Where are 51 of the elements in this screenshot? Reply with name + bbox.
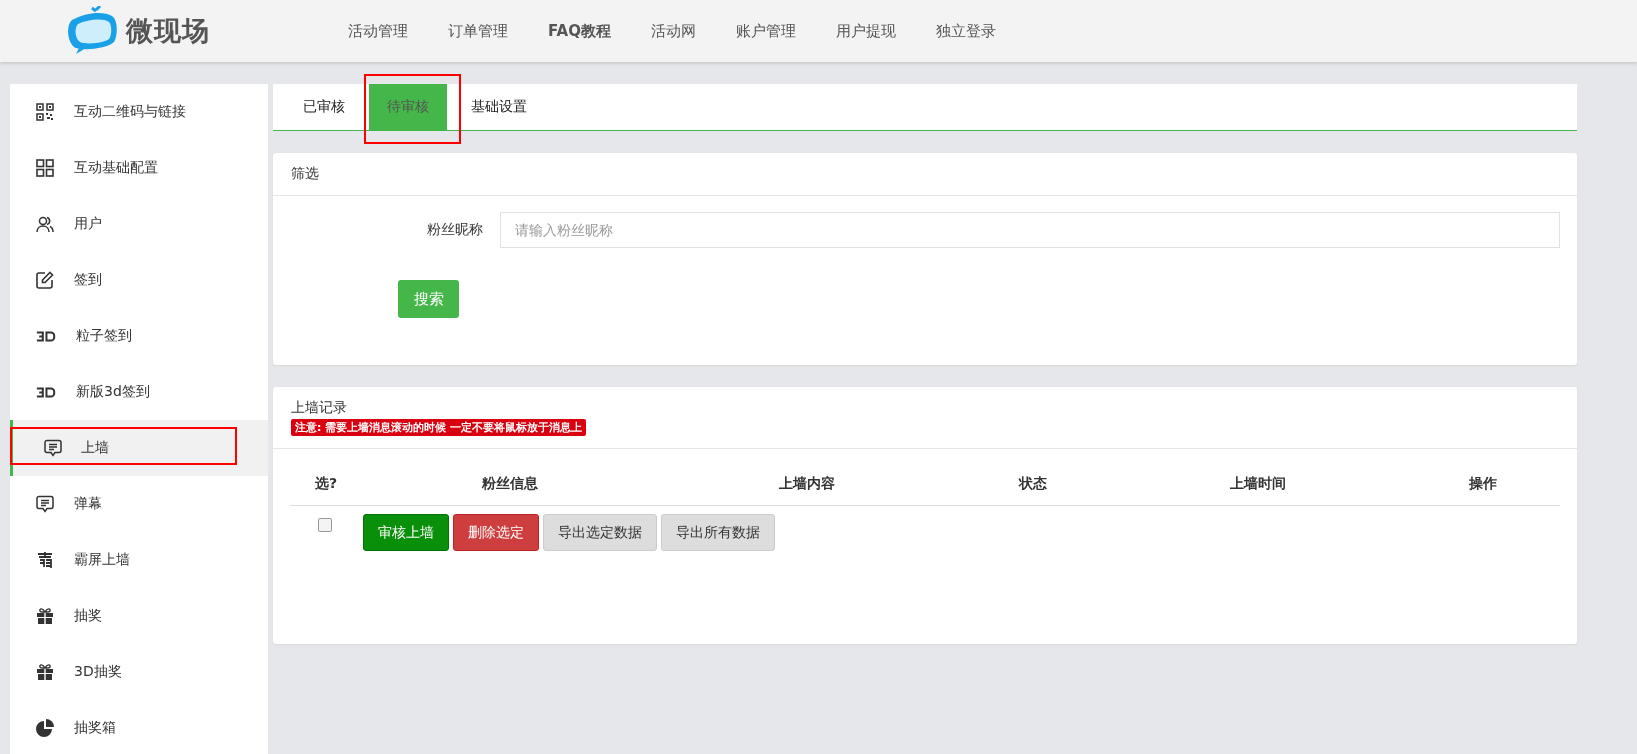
action-button[interactable]: 删除选定 xyxy=(453,514,539,551)
nav-link[interactable]: 账户管理 xyxy=(735,21,796,41)
nav-link[interactable]: FAQ教程 xyxy=(548,21,611,41)
column-header: 选? xyxy=(290,463,362,506)
checkbox[interactable] xyxy=(318,518,332,532)
qr-code-icon xyxy=(36,103,54,121)
column-header: 状态 xyxy=(955,463,1110,506)
nav-link[interactable]: 订单管理 xyxy=(448,21,508,41)
nav-link[interactable]: 用户提现 xyxy=(835,21,896,41)
sidebar-item[interactable]: 互动二维码与链接 xyxy=(10,84,268,140)
logo-text: 微现场 xyxy=(126,14,210,48)
edit-icon xyxy=(36,271,54,289)
sidebar-item[interactable]: 签到 xyxy=(10,252,268,308)
grid-icon xyxy=(36,159,54,177)
gift-icon xyxy=(36,663,54,681)
field-label: 粉丝昵称 xyxy=(426,221,483,239)
sidebar-item[interactable]: 霸屏上墙 xyxy=(10,532,268,588)
nav-link[interactable]: 活动管理 xyxy=(348,21,408,41)
tab[interactable]: 基础设置 xyxy=(453,84,545,130)
tab[interactable]: 已审核 xyxy=(285,84,363,130)
column-header: 粉丝信息 xyxy=(362,463,659,506)
sidebar-item[interactable]: 用户 xyxy=(10,196,268,252)
gift-icon xyxy=(36,607,54,625)
nav-link[interactable]: 独立登录 xyxy=(935,21,996,41)
message-icon xyxy=(36,495,54,513)
sidebar-item[interactable]: 3D抽奖 xyxy=(10,644,268,700)
sidebar-item[interactable]: 抽奖 xyxy=(10,588,268,644)
column-header: 上墙时间 xyxy=(1109,463,1407,506)
users-icon xyxy=(36,215,54,233)
nav-link[interactable]: 活动网 xyxy=(650,21,696,41)
notice-label: 注意: 需要上墙消息滚动的时候 一定不要将鼠标放于消息上 xyxy=(291,419,587,436)
sidebar-item[interactable]: 上墙 xyxy=(10,420,268,476)
sidebar-item[interactable]: 粒子签到 xyxy=(10,308,268,364)
column-header: 操作 xyxy=(1406,463,1560,506)
sidebar-item[interactable]: 弹幕 xyxy=(10,476,268,532)
action-button[interactable]: 审核上墙 xyxy=(363,514,449,551)
tv-logo-icon xyxy=(66,6,120,56)
sidebar-item[interactable]: 互动基础配置 xyxy=(10,140,268,196)
card-title: 上墙记录 xyxy=(291,399,347,415)
nickname-input-field[interactable]: 请输入粉丝昵称 xyxy=(500,212,1560,248)
sidebar-item[interactable]: 抽奖箱 xyxy=(10,700,268,754)
sidebar-item[interactable]: 新版3d签到 xyxy=(10,364,268,420)
card-title: 筛选 xyxy=(291,165,319,181)
action-button[interactable]: 导出所有数据 xyxy=(661,514,775,551)
message-icon xyxy=(44,439,62,457)
3d-icon xyxy=(36,330,56,342)
3d-icon xyxy=(36,386,56,398)
column-header: 上墙内容 xyxy=(658,463,956,506)
action-button[interactable]: 导出选定数据 xyxy=(543,514,657,551)
ornament-icon xyxy=(36,551,54,569)
pie-chart-icon xyxy=(36,719,54,737)
